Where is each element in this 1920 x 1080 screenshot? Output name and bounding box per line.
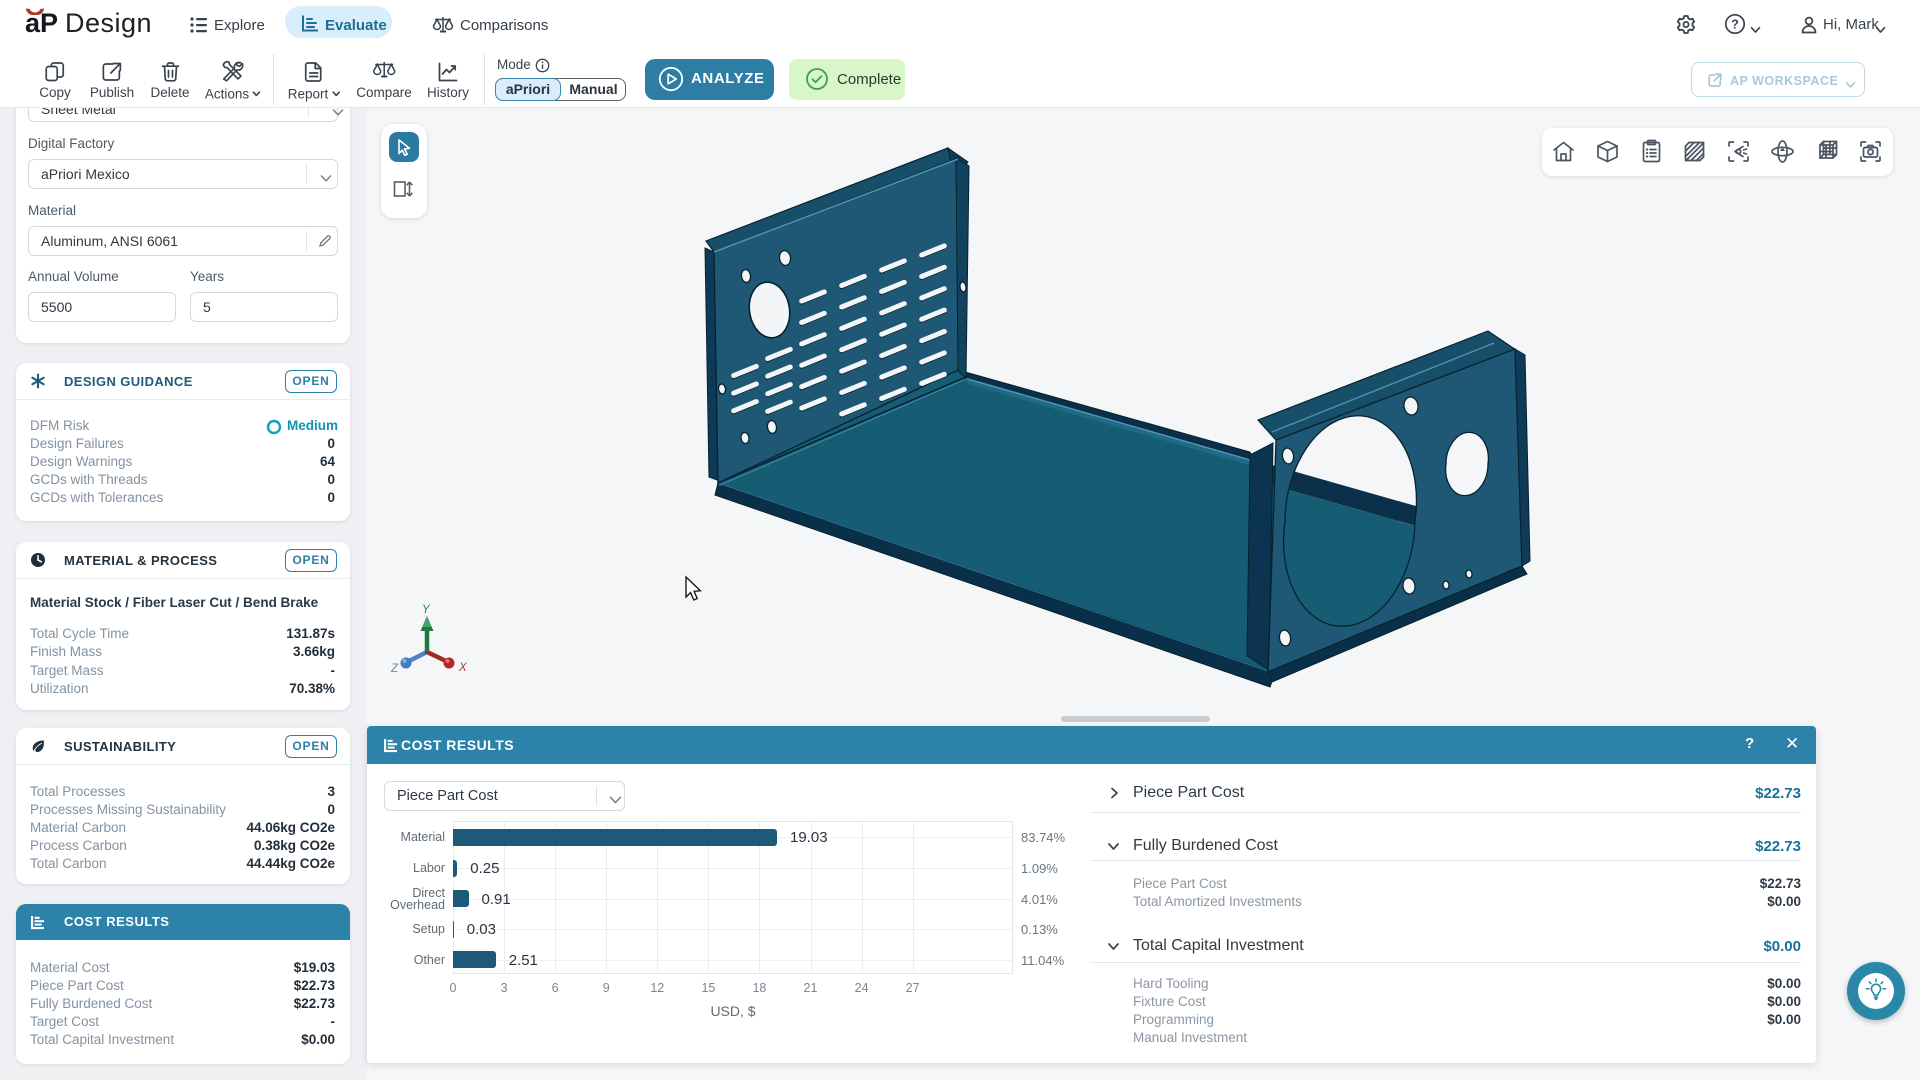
svg-text:Y: Y bbox=[422, 604, 431, 616]
svg-text:Z: Z bbox=[390, 663, 399, 675]
svg-text:?: ? bbox=[1731, 17, 1739, 31]
svg-text:X: X bbox=[458, 662, 468, 674]
